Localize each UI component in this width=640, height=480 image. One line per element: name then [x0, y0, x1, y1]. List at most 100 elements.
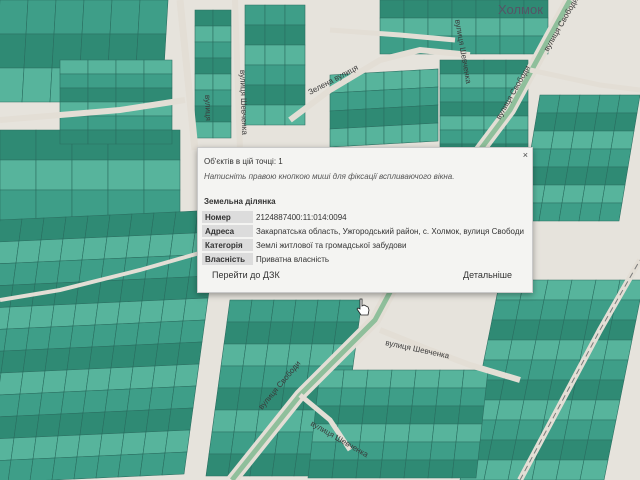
land-parcel[interactable]	[40, 216, 67, 241]
land-parcel[interactable]	[407, 423, 435, 443]
land-parcel[interactable]	[143, 59, 173, 75]
land-parcel[interactable]	[56, 259, 83, 284]
land-parcel[interactable]	[437, 369, 465, 389]
land-parcel[interactable]	[0, 218, 23, 243]
land-parcel[interactable]	[38, 391, 65, 416]
land-parcel[interactable]	[223, 321, 250, 345]
land-parcel[interactable]	[212, 25, 232, 43]
land-parcel[interactable]	[25, 326, 52, 351]
land-parcel[interactable]	[491, 419, 521, 441]
land-parcel[interactable]	[19, 370, 46, 395]
land-parcel[interactable]	[107, 366, 134, 391]
land-parcel[interactable]	[595, 379, 625, 401]
land-parcel[interactable]	[60, 390, 87, 415]
land-parcel[interactable]	[59, 59, 89, 75]
land-parcel[interactable]	[169, 232, 196, 257]
land-parcel[interactable]	[194, 9, 214, 27]
land-parcel[interactable]	[401, 69, 421, 90]
land-parcel[interactable]	[226, 299, 253, 323]
land-parcel[interactable]	[556, 94, 581, 114]
land-parcel[interactable]	[115, 129, 145, 145]
land-parcel[interactable]	[347, 126, 367, 147]
land-parcel[interactable]	[381, 441, 409, 461]
land-parcel[interactable]	[536, 94, 561, 114]
land-parcel[interactable]	[419, 68, 439, 89]
land-parcel[interactable]	[88, 345, 115, 370]
land-parcel[interactable]	[94, 301, 121, 326]
land-parcel[interactable]	[483, 73, 507, 89]
land-parcel[interactable]	[475, 17, 501, 37]
land-parcel[interactable]	[25, 0, 57, 35]
land-parcel[interactable]	[139, 452, 166, 477]
land-parcel[interactable]	[411, 387, 439, 407]
land-parcel[interactable]	[113, 322, 140, 347]
land-parcel[interactable]	[570, 130, 595, 150]
land-parcel[interactable]	[0, 349, 27, 374]
land-parcel[interactable]	[143, 159, 181, 191]
land-parcel[interactable]	[601, 184, 626, 204]
land-parcel[interactable]	[0, 67, 25, 103]
land-parcel[interactable]	[519, 399, 549, 421]
land-parcel[interactable]	[18, 217, 45, 242]
land-parcel[interactable]	[383, 106, 403, 127]
land-parcel[interactable]	[245, 321, 272, 345]
land-parcel[interactable]	[596, 94, 621, 114]
land-parcel[interactable]	[563, 299, 593, 321]
land-parcel[interactable]	[311, 321, 338, 345]
land-parcel[interactable]	[119, 278, 146, 303]
land-parcel[interactable]	[103, 235, 130, 260]
land-parcel[interactable]	[148, 386, 175, 411]
land-parcel[interactable]	[355, 459, 383, 479]
land-parcel[interactable]	[329, 109, 349, 130]
land-parcel[interactable]	[401, 105, 421, 126]
land-parcel[interactable]	[598, 202, 623, 222]
land-parcel[interactable]	[137, 0, 169, 35]
land-parcel[interactable]	[264, 4, 286, 26]
land-parcel[interactable]	[115, 87, 145, 103]
land-parcel[interactable]	[173, 363, 200, 388]
land-parcel[interactable]	[405, 441, 433, 461]
land-parcel[interactable]	[217, 365, 244, 389]
land-parcel[interactable]	[307, 459, 335, 479]
land-parcel[interactable]	[491, 299, 521, 321]
land-parcel[interactable]	[365, 369, 393, 389]
land-parcel[interactable]	[435, 387, 463, 407]
land-parcel[interactable]	[76, 433, 103, 458]
land-parcel[interactable]	[383, 124, 403, 145]
land-parcel[interactable]	[34, 260, 61, 285]
land-parcel[interactable]	[10, 436, 37, 461]
land-parcel[interactable]	[483, 459, 513, 480]
land-parcel[interactable]	[607, 148, 632, 168]
land-parcel[interactable]	[567, 148, 592, 168]
land-parcel[interactable]	[337, 405, 365, 425]
land-parcel[interactable]	[212, 121, 232, 139]
land-parcel[interactable]	[87, 87, 117, 103]
land-parcel[interactable]	[461, 87, 485, 103]
land-parcel[interactable]	[433, 405, 461, 425]
land-parcel[interactable]	[439, 59, 463, 75]
land-parcel[interactable]	[607, 319, 637, 341]
land-parcel[interactable]	[37, 238, 64, 263]
land-parcel[interactable]	[610, 130, 635, 150]
land-parcel[interactable]	[208, 431, 235, 455]
land-parcel[interactable]	[363, 387, 391, 407]
land-parcel[interactable]	[128, 212, 155, 237]
land-parcel[interactable]	[578, 202, 603, 222]
land-parcel[interactable]	[13, 414, 40, 439]
land-parcel[interactable]	[28, 304, 55, 329]
land-parcel[interactable]	[63, 368, 90, 393]
land-parcel[interactable]	[579, 459, 609, 480]
land-parcel[interactable]	[115, 59, 145, 75]
land-parcel[interactable]	[182, 297, 209, 322]
land-parcel[interactable]	[383, 88, 403, 109]
land-parcel[interactable]	[555, 339, 585, 361]
land-parcel[interactable]	[284, 64, 306, 86]
land-parcel[interactable]	[106, 213, 133, 238]
land-parcel[interactable]	[385, 405, 413, 425]
land-parcel[interactable]	[593, 112, 618, 132]
land-parcel[interactable]	[461, 101, 485, 117]
land-parcel[interactable]	[160, 298, 187, 323]
land-parcel[interactable]	[329, 127, 349, 148]
land-parcel[interactable]	[15, 239, 42, 264]
land-parcel[interactable]	[138, 299, 165, 324]
